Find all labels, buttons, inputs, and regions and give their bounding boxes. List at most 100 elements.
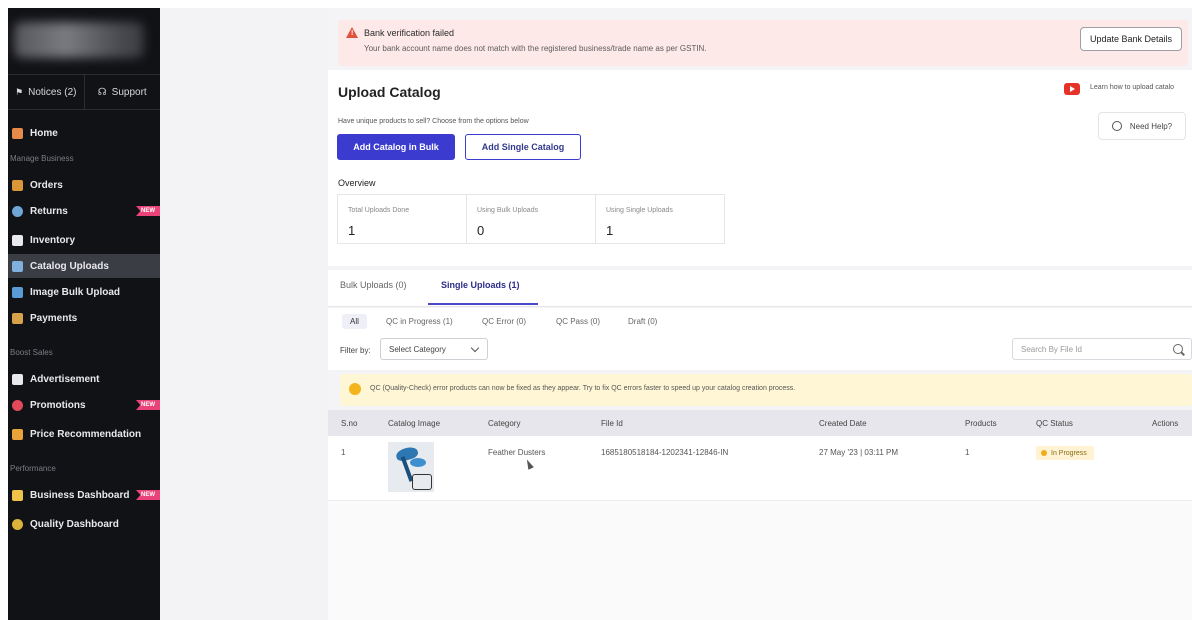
filter-label: Filter by: xyxy=(340,346,371,355)
megaphone-icon xyxy=(12,373,23,385)
page-gutter xyxy=(160,8,328,620)
stat-value: 1 xyxy=(606,223,614,238)
header-category: Category xyxy=(488,419,521,428)
subtab-all[interactable]: All xyxy=(342,314,367,329)
sidebar-item-orders[interactable]: Orders xyxy=(8,173,160,197)
sidebar-item-advertisement[interactable]: Advertisement xyxy=(8,367,160,391)
sidebar-item-image-bulk-upload[interactable]: Image Bulk Upload xyxy=(8,280,160,304)
blurred-logo xyxy=(14,22,144,58)
home-icon xyxy=(12,127,23,139)
new-badge: NEW xyxy=(136,206,160,216)
header-actions: Actions xyxy=(1152,419,1179,428)
bar-chart-icon xyxy=(12,489,23,501)
table-header: S.no Catalog Image Category File Id Crea… xyxy=(328,410,1192,436)
banner-title: Bank verification failed xyxy=(364,28,455,38)
status-label: In Progress xyxy=(1051,449,1087,457)
sidebar-item-business-dashboard[interactable]: Business Dashboard NEW xyxy=(8,483,160,507)
learn-upload-link[interactable]: Learn how to upload catalo xyxy=(1090,84,1174,91)
price-tag-icon xyxy=(12,428,23,440)
category-select[interactable]: Select Category xyxy=(380,338,488,360)
bank-verification-banner: ! Bank verification failed Your bank acc… xyxy=(338,20,1188,66)
tab-single-uploads[interactable]: Single Uploads (1) xyxy=(441,280,520,290)
upload-catalog-card: Upload Catalog Learn how to upload catal… xyxy=(328,70,1192,266)
stat-label: Using Bulk Uploads xyxy=(477,207,539,214)
sidebar: ⚑ Notices (2) ☊ Support Home Manage Busi… xyxy=(8,8,160,620)
sidebar-item-home[interactable]: Home xyxy=(8,121,160,145)
clipboard-icon xyxy=(12,234,23,246)
sidebar-item-catalog-uploads[interactable]: Catalog Uploads xyxy=(8,254,160,278)
stat-total-uploads: Total Uploads Done 1 xyxy=(338,195,466,243)
header-products: Products xyxy=(965,419,997,428)
add-catalog-in-bulk-button[interactable]: Add Catalog in Bulk xyxy=(337,134,455,160)
image-icon xyxy=(12,286,23,298)
wallet-icon xyxy=(12,312,23,324)
sidebar-item-label: Orders xyxy=(30,179,63,191)
header-qc-status: QC Status xyxy=(1036,419,1073,428)
sidebar-item-label: Business Dashboard xyxy=(30,489,130,501)
sidebar-item-label: Promotions xyxy=(30,399,86,411)
need-help-button[interactable]: Need Help? xyxy=(1098,112,1186,140)
sidebar-item-label: Inventory xyxy=(30,234,76,246)
overview-heading: Overview xyxy=(338,178,376,188)
mouse-cursor-icon xyxy=(524,458,534,470)
upload-tabs: Bulk Uploads (0) Single Uploads (1) xyxy=(328,270,1192,307)
youtube-icon[interactable] xyxy=(1064,83,1080,95)
tab-bulk-uploads[interactable]: Bulk Uploads (0) xyxy=(340,280,407,290)
tag-icon xyxy=(12,399,23,411)
need-help-label: Need Help? xyxy=(1129,121,1173,131)
sidebar-item-payments[interactable]: Payments xyxy=(8,306,160,330)
qc-notice: QC (Quality-Check) error products can no… xyxy=(340,374,1192,406)
uploads-table: S.no Catalog Image Category File Id Crea… xyxy=(328,410,1192,620)
subtab-qc-in-progress[interactable]: QC in Progress (1) xyxy=(382,314,457,329)
notices-button[interactable]: ⚑ Notices (2) xyxy=(8,75,84,109)
upload-subtitle: Have unique products to sell? Choose fro… xyxy=(338,118,529,125)
qc-notice-text: QC (Quality-Check) error products can no… xyxy=(370,385,796,392)
sidebar-item-label: Quality Dashboard xyxy=(30,518,119,530)
add-single-catalog-button[interactable]: Add Single Catalog xyxy=(465,134,581,160)
sidebar-item-promotions[interactable]: Promotions NEW xyxy=(8,393,160,417)
help-icon xyxy=(1111,121,1122,131)
stat-label: Using Single Uploads xyxy=(606,207,673,214)
stat-value: 1 xyxy=(348,223,356,238)
sidebar-item-quality-dashboard[interactable]: Quality Dashboard xyxy=(8,512,160,536)
update-bank-details-button[interactable]: Update Bank Details xyxy=(1079,27,1182,51)
page-title: Upload Catalog xyxy=(338,84,441,100)
search-placeholder: Search By File Id xyxy=(1021,344,1082,354)
table-row[interactable]: 1 Feather Dusters 1685180518184-1202341-… xyxy=(328,436,1192,501)
file-id-search-input[interactable]: Search By File Id xyxy=(1012,338,1192,360)
qc-status-tabs: All QC in Progress (1) QC Error (0) QC P… xyxy=(328,308,1192,334)
cell-file-id: 1685180518184-1202341-12846-IN xyxy=(601,448,729,457)
sidebar-item-label: Catalog Uploads xyxy=(30,260,109,272)
headset-icon: ☊ xyxy=(97,86,107,98)
sidebar-item-label: Returns xyxy=(30,205,68,217)
support-label: Support xyxy=(111,86,147,98)
filter-row: Filter by: Select Category Search By Fil… xyxy=(328,334,1192,370)
cell-category: Feather Dusters xyxy=(488,448,546,457)
new-badge: NEW xyxy=(136,400,160,410)
search-icon[interactable] xyxy=(1173,344,1183,354)
stat-label: Total Uploads Done xyxy=(348,207,410,214)
stat-bulk-uploads: Using Bulk Uploads 0 xyxy=(466,195,595,243)
main-content: ! Bank verification failed Your bank acc… xyxy=(328,8,1192,620)
subtab-draft[interactable]: Draft (0) xyxy=(624,314,661,329)
stat-single-uploads: Using Single Uploads 1 xyxy=(595,195,724,243)
overview-stats: Total Uploads Done 1 Using Bulk Uploads … xyxy=(337,194,725,244)
cell-products: 1 xyxy=(965,448,970,457)
flag-icon: ⚑ xyxy=(15,86,24,97)
sidebar-top-actions: ⚑ Notices (2) ☊ Support xyxy=(8,74,160,110)
section-boost-sales: Boost Sales xyxy=(10,348,53,357)
sidebar-item-label: Advertisement xyxy=(30,373,100,385)
catalog-thumbnail[interactable] xyxy=(388,442,434,492)
sidebar-item-returns[interactable]: Returns NEW xyxy=(8,199,160,223)
box-icon xyxy=(12,179,23,191)
subtab-qc-error[interactable]: QC Error (0) xyxy=(478,314,530,329)
sidebar-item-inventory[interactable]: Inventory xyxy=(8,228,160,252)
section-manage-business: Manage Business xyxy=(10,154,74,163)
lightbulb-icon xyxy=(349,383,361,395)
sidebar-item-price-recommendation[interactable]: Price Recommendation xyxy=(8,422,160,446)
header-file-id: File Id xyxy=(601,419,623,428)
sidebar-item-label: Payments xyxy=(30,312,78,324)
support-button[interactable]: ☊ Support xyxy=(83,75,161,109)
subtab-qc-pass[interactable]: QC Pass (0) xyxy=(552,314,604,329)
notices-label: Notices (2) xyxy=(28,86,77,98)
